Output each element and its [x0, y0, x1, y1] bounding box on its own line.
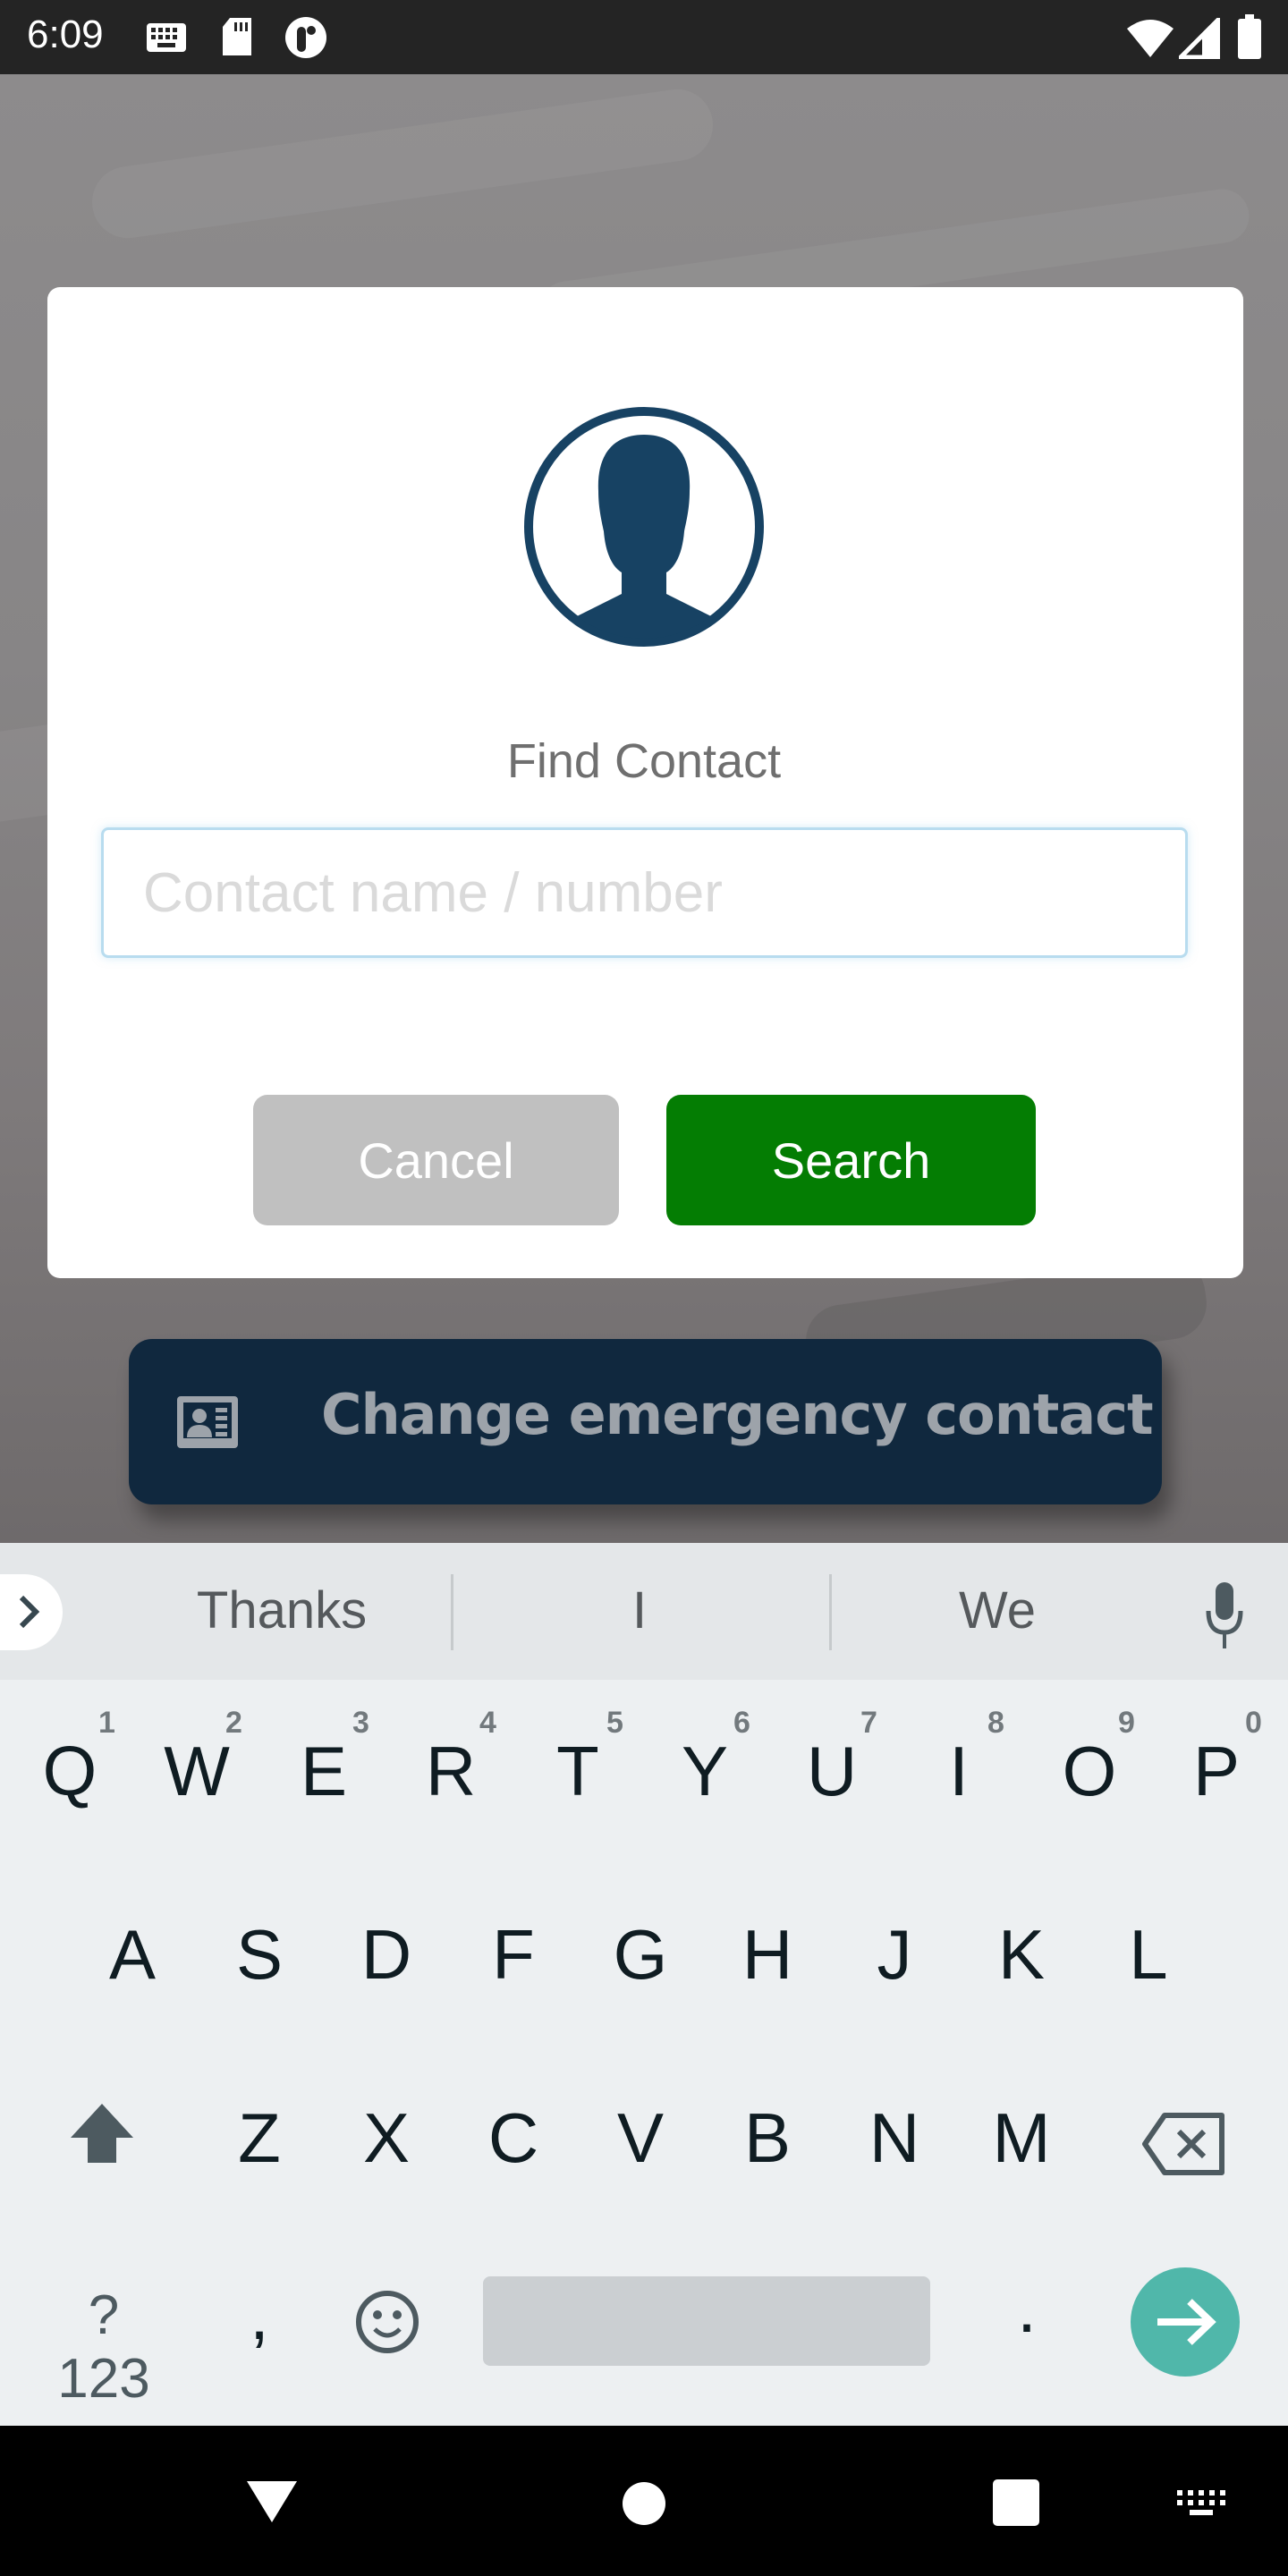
contact-card-icon — [177, 1396, 238, 1448]
key-x[interactable]: X — [333, 2097, 440, 2179]
key-a[interactable]: A — [79, 1914, 186, 1996]
symbols-key[interactable]: ?123 — [47, 2284, 161, 2411]
battery-icon — [1238, 14, 1261, 59]
suggestion-item[interactable]: Thanks — [134, 1580, 429, 1640]
key-n[interactable]: N — [841, 2097, 948, 2179]
expand-suggestions-button[interactable] — [0, 1574, 63, 1650]
home-icon[interactable] — [622, 2481, 666, 2526]
key-s[interactable]: S — [206, 1914, 313, 1996]
back-icon[interactable] — [243, 2479, 301, 2524]
period-key[interactable]: . — [973, 2267, 1080, 2349]
change-emergency-contact-label: Change emergency contact — [321, 1382, 1154, 1447]
key-p[interactable]: P — [1163, 1731, 1270, 1812]
key-z[interactable]: Z — [206, 2097, 313, 2179]
change-emergency-contact-button[interactable]: Change emergency contact — [129, 1339, 1162, 1504]
key-b[interactable]: B — [714, 2097, 821, 2179]
search-button[interactable]: Search — [666, 1095, 1036, 1225]
enter-button[interactable] — [1131, 2267, 1240, 2377]
key-t[interactable]: T — [524, 1731, 631, 1812]
status-time: 6:09 — [27, 13, 104, 56]
key-hint: 5 — [606, 1706, 623, 1740]
key-e[interactable]: E — [270, 1731, 377, 1812]
keyboard-icon — [147, 23, 186, 52]
key-hint: 1 — [98, 1706, 115, 1740]
contact-search-input[interactable] — [101, 827, 1188, 958]
person-silhouette-icon — [524, 407, 764, 647]
key-l[interactable]: L — [1095, 1914, 1202, 1996]
key-hint: 8 — [987, 1706, 1004, 1740]
key-f[interactable]: F — [460, 1914, 567, 1996]
recents-icon[interactable] — [993, 2479, 1039, 2526]
status-bar: 6:09 — [0, 0, 1288, 74]
key-g[interactable]: G — [587, 1914, 694, 1996]
key-hint: 0 — [1245, 1706, 1262, 1740]
shift-icon[interactable] — [66, 2104, 138, 2166]
key-y[interactable]: Y — [651, 1731, 758, 1812]
key-d[interactable]: D — [333, 1914, 440, 1996]
suggestion-item[interactable]: We — [850, 1580, 1145, 1640]
key-j[interactable]: J — [841, 1914, 948, 1996]
key-k[interactable]: K — [968, 1914, 1075, 1996]
key-i[interactable]: I — [905, 1731, 1013, 1812]
emoji-icon[interactable] — [355, 2290, 419, 2354]
key-hint: 6 — [733, 1706, 750, 1740]
key-r[interactable]: R — [397, 1731, 504, 1812]
sd-card-icon — [223, 18, 251, 55]
comma-key[interactable]: , — [206, 2275, 313, 2356]
key-hint: 9 — [1118, 1706, 1135, 1740]
key-u[interactable]: U — [778, 1731, 886, 1812]
key-m[interactable]: M — [968, 2097, 1075, 2179]
arrow-right-icon — [1157, 2299, 1216, 2345]
key-o[interactable]: O — [1036, 1731, 1143, 1812]
suggestion-strip: Thanks I We — [0, 1543, 1288, 1680]
key-hint: 4 — [479, 1706, 496, 1740]
microphone-icon[interactable] — [1203, 1580, 1246, 1652]
wifi-icon — [1127, 20, 1174, 57]
dialog-title: Find Contact — [506, 734, 782, 788]
app-notification-icon — [285, 17, 326, 58]
key-hint: 2 — [225, 1706, 242, 1740]
key-c[interactable]: C — [460, 2097, 567, 2179]
soft-keyboard: Thanks I We Q1W2E3R4T5Y6U7I8O9P0 ASDFGHJ… — [0, 1543, 1288, 2426]
key-hint: 7 — [860, 1706, 877, 1740]
keyboard-switch-icon[interactable] — [1177, 2490, 1227, 2517]
key-h[interactable]: H — [714, 1914, 821, 1996]
key-hint: 3 — [352, 1706, 369, 1740]
key-q[interactable]: Q — [16, 1731, 123, 1812]
navigation-bar — [0, 2426, 1288, 2576]
chevron-right-icon — [19, 1595, 40, 1629]
suggestion-item[interactable]: I — [492, 1580, 787, 1640]
suggestion-divider — [451, 1574, 453, 1650]
key-w[interactable]: W — [143, 1731, 250, 1812]
suggestion-divider — [829, 1574, 832, 1650]
spacebar[interactable] — [483, 2276, 930, 2366]
backspace-icon[interactable] — [1141, 2112, 1227, 2176]
key-v[interactable]: V — [587, 2097, 694, 2179]
cancel-button[interactable]: Cancel — [253, 1095, 619, 1225]
cell-signal-icon — [1179, 18, 1220, 59]
